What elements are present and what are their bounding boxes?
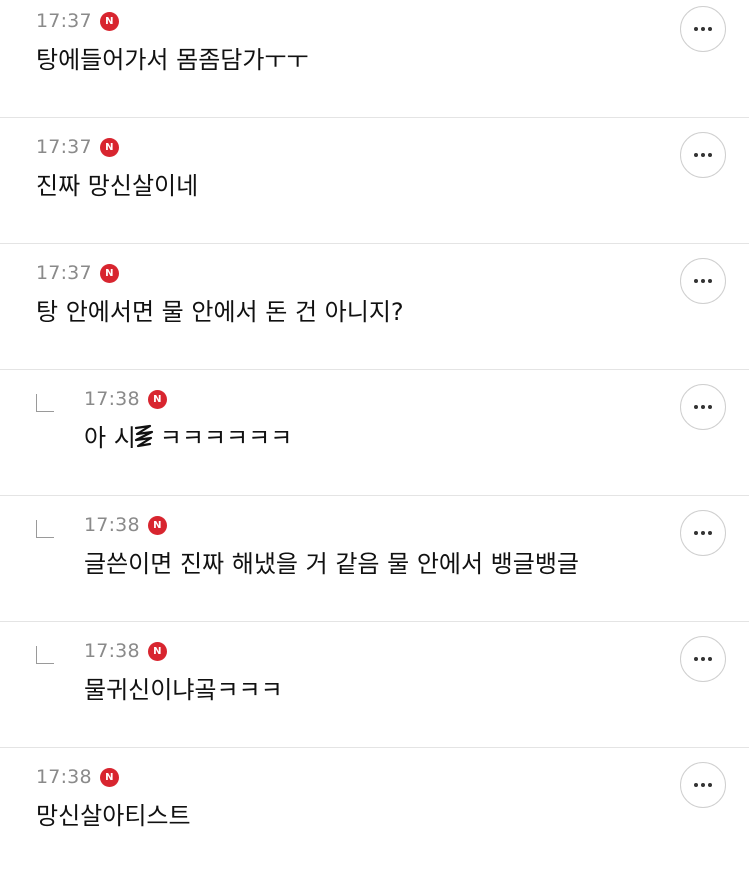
- comment-text: 진짜 망신살이네: [36, 172, 199, 200]
- new-badge-icon: N: [99, 767, 119, 787]
- comment-text-part: ㅋㅋㅋㅋㅋㅋ: [159, 424, 293, 452]
- reply-corner-icon: [36, 646, 54, 664]
- comment-meta: 17:38 N: [84, 513, 167, 537]
- new-badge-icon: N: [147, 641, 167, 661]
- comment-meta: 17:37 N: [36, 261, 119, 285]
- comment-meta: 17:37 N: [36, 135, 119, 159]
- more-options-button[interactable]: [680, 762, 726, 808]
- comment-time: 17:37: [36, 262, 92, 284]
- comment-text-part: 아 시: [84, 424, 136, 452]
- comment-meta: 17:38 N: [84, 387, 167, 411]
- more-options-button[interactable]: [680, 384, 726, 430]
- more-horizontal-icon: [694, 279, 712, 283]
- comment-text: 글쓴이면 진짜 해냈을 거 같음 물 안에서 뱅글뱅글: [84, 550, 580, 578]
- new-badge-icon: N: [147, 515, 167, 535]
- comment-time: 17:38: [84, 388, 140, 410]
- more-options-button[interactable]: [680, 510, 726, 556]
- comment-item: 17:37 N 진짜 망신살이네: [0, 118, 749, 244]
- reply-comment-item: 17:38 N 글쓴이면 진짜 해냈을 거 같음 물 안에서 뱅글뱅글: [0, 496, 749, 622]
- reply-comment-item: 17:38 N 아 시 ㅋㅋㅋㅋㅋㅋ: [0, 370, 749, 496]
- more-options-button[interactable]: [680, 6, 726, 52]
- new-badge-icon: N: [99, 263, 119, 283]
- comment-time: 17:38: [36, 766, 92, 788]
- comment-text: 탕에들어가서 몸좀담가ㅜㅜ: [36, 46, 309, 74]
- more-horizontal-icon: [694, 153, 712, 157]
- new-badge-icon: N: [99, 11, 119, 31]
- comment-meta: 17:37 N: [36, 9, 119, 33]
- more-horizontal-icon: [694, 531, 712, 535]
- reply-corner-icon: [36, 394, 54, 412]
- comment-time: 17:37: [36, 136, 92, 158]
- comment-item: 17:37 N 탕에들어가서 몸좀담가ㅜㅜ: [0, 0, 749, 118]
- comment-item: 17:37 N 탕 안에서면 물 안에서 돈 건 아니지?: [0, 244, 749, 370]
- scribble-censor-icon: [134, 424, 153, 448]
- more-options-button[interactable]: [680, 636, 726, 682]
- reply-corner-icon: [36, 520, 54, 538]
- comment-time: 17:37: [36, 10, 92, 32]
- more-options-button[interactable]: [680, 132, 726, 178]
- comment-text: 탕 안에서면 물 안에서 돈 건 아니지?: [36, 298, 404, 326]
- more-options-button[interactable]: [680, 258, 726, 304]
- comment-list: 17:37 N 탕에들어가서 몸좀담가ㅜㅜ 17:37 N 진짜 망신살이네 1…: [0, 0, 749, 874]
- reply-comment-item: 17:38 N 물귀신이냐곸ㅋㅋㅋ: [0, 622, 749, 748]
- more-horizontal-icon: [694, 27, 712, 31]
- new-badge-icon: N: [99, 137, 119, 157]
- new-badge-icon: N: [147, 389, 167, 409]
- more-horizontal-icon: [694, 657, 712, 661]
- comment-text: 물귀신이냐곸ㅋㅋㅋ: [84, 676, 283, 704]
- comment-time: 17:38: [84, 514, 140, 536]
- comment-meta: 17:38 N: [84, 639, 167, 663]
- comment-time: 17:38: [84, 640, 140, 662]
- comment-meta: 17:38 N: [36, 765, 119, 789]
- more-horizontal-icon: [694, 783, 712, 787]
- more-horizontal-icon: [694, 405, 712, 409]
- comment-item: 17:38 N 망신살아티스트: [0, 748, 749, 874]
- comment-text: 망신살아티스트: [36, 802, 191, 830]
- comment-text: 아 시 ㅋㅋㅋㅋㅋㅋ: [84, 422, 292, 454]
